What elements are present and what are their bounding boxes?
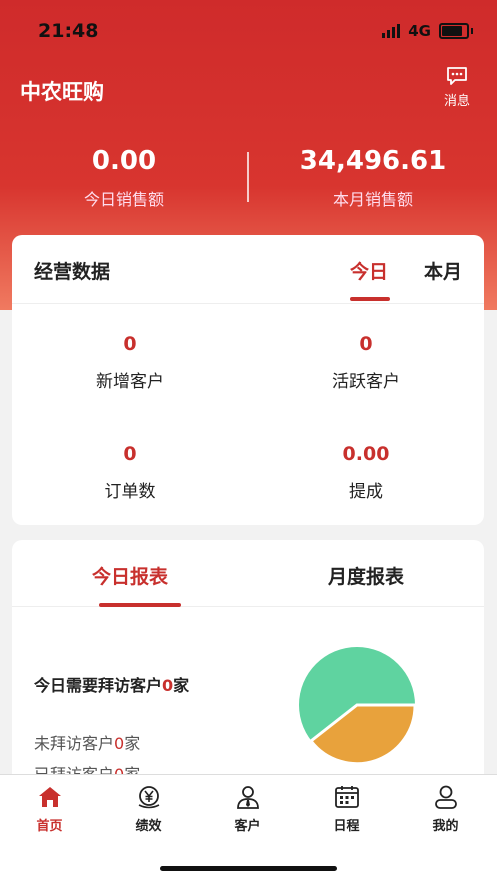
chat-bubble-icon (447, 67, 467, 85)
visit-summary: 今日需要拜访客户0家 (34, 676, 190, 695)
message-label: 消息 (443, 94, 470, 109)
home-indicator (160, 866, 337, 871)
tabbar-customers[interactable]: 客户 (198, 785, 297, 834)
visit-pie-chart (299, 647, 417, 765)
metric-active-customers[interactable]: 0 活跃客户 (248, 333, 484, 392)
calendar-icon (334, 786, 359, 808)
user-icon (434, 785, 457, 809)
status-bar: 21:48 4G (38, 18, 473, 46)
app-title: 中农旺购 (20, 80, 104, 104)
person-tie-icon (236, 786, 259, 809)
month-sales-value: 34,496.61 (299, 146, 447, 176)
today-sales-value: 0.00 (91, 146, 157, 176)
tab-monthly-report[interactable]: 月度报表 (248, 562, 484, 589)
network-label: 4G (408, 22, 431, 40)
month-sales: 34,496.61 本月销售额 (249, 146, 497, 210)
metric-new-customers[interactable]: 0 新增客户 (12, 333, 248, 392)
business-data-card: 经营数据 今日 本月 0 新增客户 0 活跃客户 0 订单数 0.00 提成 (12, 235, 484, 525)
yuan-coin-icon (138, 786, 159, 809)
tab-daily-report[interactable]: 今日报表 (12, 562, 248, 589)
unvisited-summary: 未拜访客户0家 (34, 734, 141, 753)
today-sales-label: 今日销售额 (83, 190, 164, 209)
tab-month[interactable]: 本月 (424, 257, 462, 284)
metric-orders[interactable]: 0 订单数 (12, 443, 248, 502)
metric-commission[interactable]: 0.00 提成 (248, 443, 484, 502)
today-sales: 0.00 今日销售额 (0, 146, 248, 210)
tab-today[interactable]: 今日 (350, 257, 388, 284)
signal-icon (382, 24, 401, 38)
tabbar-schedule[interactable]: 日程 (297, 785, 396, 834)
tabbar-home[interactable]: 首页 (0, 785, 99, 834)
tabbar-performance[interactable]: 绩效 (99, 785, 198, 834)
month-sales-label: 本月销售额 (332, 190, 413, 209)
status-time: 21:48 (38, 20, 99, 42)
business-data-title: 经营数据 (34, 261, 111, 283)
unvisited-count: 0 (114, 734, 125, 753)
visit-count: 0 (162, 676, 174, 695)
battery-icon (439, 23, 469, 39)
report-card: 今日报表 月度报表 今日需要拜访客户0家 未拜访客户0家 已拜访客户0家 (12, 540, 484, 800)
home-icon (38, 787, 61, 807)
tab-today-indicator (350, 297, 390, 301)
message-button[interactable]: 消息 (437, 66, 477, 109)
tabbar-mine[interactable]: 我的 (396, 785, 495, 834)
tab-daily-report-indicator (99, 603, 181, 607)
